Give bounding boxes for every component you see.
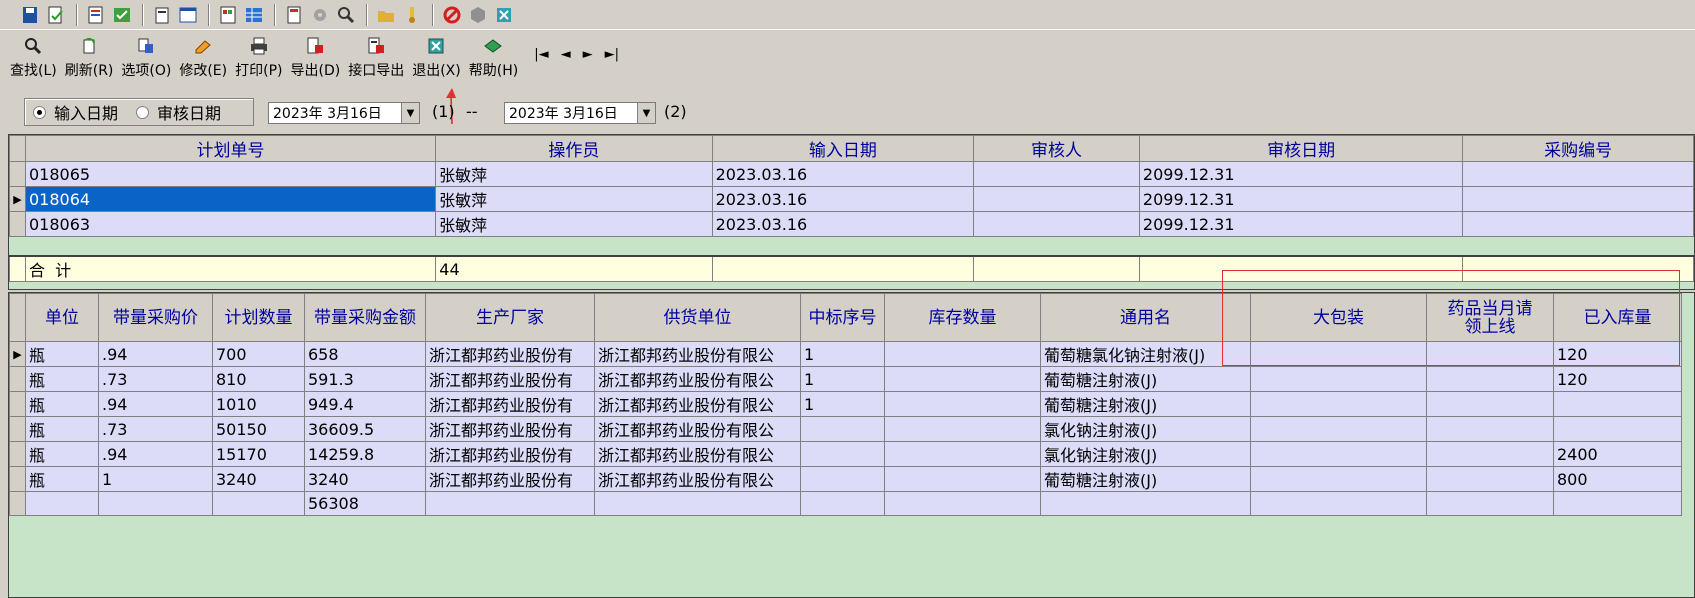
refresh-button[interactable]: 刷新(R) (63, 34, 116, 82)
table-row[interactable]: 018063 张敏萍 2023.03.16 2099.12.31 (9, 211, 1694, 237)
date-range-dash: -- (466, 102, 478, 121)
audit-date-label: 审核日期 (157, 104, 222, 123)
col-operator[interactable]: 操作员 (435, 135, 713, 162)
table-icon[interactable] (242, 3, 266, 27)
thermometer-icon[interactable] (400, 3, 424, 27)
plan-grid: 计划单号 操作员 输入日期 审核人 审核日期 采购编号 018065 张敏萍 2… (8, 134, 1695, 290)
table-row[interactable]: 瓶 .94 1010 949.4 浙江都邦药业股份有 浙江都邦药业股份有限公 1 葡萄… (9, 391, 1682, 417)
help-button-label: 帮助(H) (468, 63, 519, 79)
table-row[interactable]: 瓶 .73 810 591.3 浙江都邦药业股份有 浙江都邦药业股份有限公 1 葡萄糖… (9, 366, 1682, 392)
table-row[interactable]: 018065 张敏萍 2023.03.16 2099.12.31 (9, 161, 1694, 187)
table-row[interactable]: 瓶 .94 15170 14259.8 浙江都邦药业股份有 浙江都邦药业股份有限公 氯… (9, 441, 1682, 467)
interface-export-button[interactable]: 接口导出 (346, 34, 406, 82)
clipboard-icon[interactable] (150, 3, 174, 27)
exit-button[interactable]: 退出(X) (410, 34, 463, 82)
stop-icon[interactable] (440, 3, 464, 27)
edit-button-label: 修改(E) (179, 63, 228, 79)
window-icon[interactable] (176, 3, 200, 27)
col-input-date[interactable]: 输入日期 (711, 135, 975, 162)
col-price[interactable]: 带量采购价 (98, 293, 213, 342)
folder-icon[interactable] (374, 3, 398, 27)
col-audit-date[interactable]: 审核日期 (1138, 135, 1464, 162)
col-supplier[interactable]: 供货单位 (594, 293, 801, 342)
interface-export-button-label: 接口导出 (348, 63, 405, 79)
plan-table: 计划单号 操作员 输入日期 审核人 审核日期 采购编号 018065 张敏萍 2… (9, 135, 1694, 237)
export-button-label: 导出(D) (290, 63, 341, 79)
find-button-label: 查找(L) (10, 63, 57, 79)
print-button[interactable]: 打印(P) (233, 34, 284, 82)
report-icon[interactable] (216, 3, 240, 27)
check-doc-icon[interactable] (44, 3, 68, 27)
next-record-button[interactable]: ► (583, 47, 593, 62)
input-date-radio[interactable] (33, 105, 46, 119)
document-edit-icon[interactable] (84, 3, 108, 27)
detail-total-row: 56308 (9, 491, 1682, 516)
col-manufacturer[interactable]: 生产厂家 (425, 293, 595, 342)
approve-icon[interactable] (110, 3, 134, 27)
col-purchase-no[interactable]: 采购编号 (1462, 135, 1694, 162)
print-icon (250, 37, 267, 55)
first-record-button[interactable]: |◄ (534, 47, 548, 62)
help-icon (484, 39, 503, 53)
col-plan-qty[interactable]: 计划数量 (212, 293, 305, 342)
print-button-label: 打印(P) (235, 63, 283, 79)
options-icon (138, 38, 154, 53)
row-pointer-icon: ▶ (9, 186, 26, 212)
end-date-label: (2) (664, 102, 687, 121)
col-auditor[interactable]: 审核人 (973, 135, 1140, 162)
start-date-picker[interactable]: 2023年 3月16日 ▼ (268, 102, 420, 124)
calculator-icon[interactable] (282, 3, 306, 27)
hexagon-icon[interactable] (466, 3, 490, 27)
interface-export-icon (368, 37, 385, 54)
close-box-icon[interactable] (492, 3, 516, 27)
edit-icon (195, 40, 212, 54)
start-date-value: 2023年 3月16日 (273, 106, 382, 122)
icon-toolbar (0, 0, 1695, 30)
row-pointer-icon: ▶ (9, 341, 26, 367)
chevron-down-icon[interactable]: ▼ (637, 103, 655, 123)
table-row[interactable]: ▶ 018064 张敏萍 2023.03.16 2099.12.31 (9, 186, 1694, 212)
exit-icon (428, 38, 444, 54)
record-navigator: |◄ ◄ ► ►| (534, 34, 631, 74)
input-date-label: 输入日期 (54, 104, 119, 123)
col-generic-name[interactable]: 通用名 (1040, 293, 1251, 342)
start-date-label: (1) (432, 102, 455, 121)
date-type-radio-group: 输入日期 审核日期 (24, 98, 254, 126)
refresh-button-label: 刷新(R) (64, 63, 114, 79)
help-button[interactable]: 帮助(H) (467, 34, 520, 82)
date-filter-row: 输入日期 审核日期 2023年 3月16日 ▼ (1) -- 2023年 3月1… (0, 92, 1695, 132)
refresh-icon (83, 37, 96, 54)
last-record-button[interactable]: ►| (605, 47, 619, 62)
exit-button-label: 退出(X) (412, 63, 461, 79)
main-toolbar: 查找(L) 刷新(R) 选项(O) 修改(E) 打印(P) 导出(D) 接口导出… (0, 34, 1695, 84)
chevron-down-icon[interactable]: ▼ (401, 103, 419, 123)
audit-date-radio[interactable] (136, 105, 150, 119)
prev-record-button[interactable]: ◄ (561, 47, 571, 62)
edit-button[interactable]: 修改(E) (177, 34, 229, 82)
total-value: 44 (435, 255, 713, 282)
total-amount: 56308 (304, 491, 426, 516)
table-row[interactable]: 瓶 .73 50150 36609.5 浙江都邦药业股份有 浙江都邦药业股份有限公 氯… (9, 416, 1682, 442)
plan-header-row: 计划单号 操作员 输入日期 审核人 审核日期 采购编号 (9, 135, 1694, 162)
search-icon (25, 38, 42, 55)
options-button[interactable]: 选项(O) (119, 34, 173, 82)
export-button[interactable]: 导出(D) (289, 34, 343, 82)
save-icon[interactable] (18, 3, 42, 27)
col-bid-no[interactable]: 中标序号 (800, 293, 885, 342)
col-stock-qty[interactable]: 库存数量 (884, 293, 1041, 342)
options-button-label: 选项(O) (121, 63, 172, 79)
end-date-picker[interactable]: 2023年 3月16日 ▼ (504, 102, 656, 124)
export-icon (307, 37, 324, 54)
magnifier-icon[interactable] (334, 3, 358, 27)
col-unit[interactable]: 单位 (25, 293, 99, 342)
col-amount[interactable]: 带量采购金额 (304, 293, 426, 342)
col-plan-no[interactable]: 计划单号 (24, 135, 437, 162)
tools-icon[interactable] (308, 3, 332, 27)
end-date-value: 2023年 3月16日 (509, 106, 618, 122)
red-box-annotation (1222, 270, 1680, 366)
total-label: 合 计 (24, 255, 437, 282)
table-row[interactable]: 瓶1 3240 3240 浙江都邦药业股份有 浙江都邦药业股份有限公 葡萄糖注射液(… (9, 466, 1682, 492)
find-button[interactable]: 查找(L) (8, 34, 59, 82)
